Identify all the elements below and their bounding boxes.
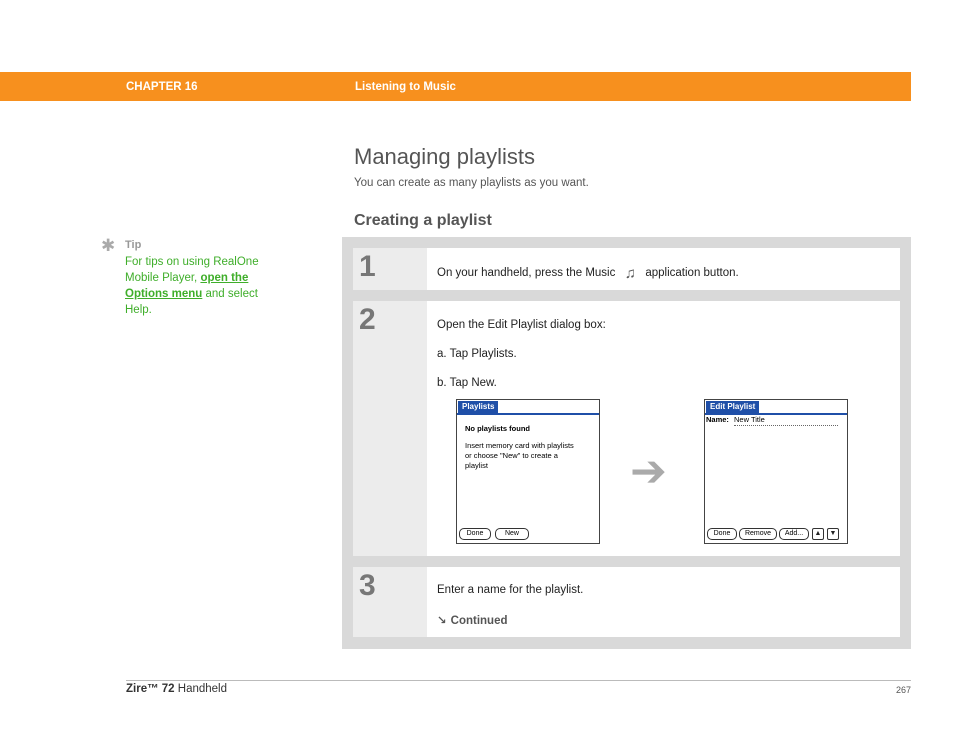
step-number: 3 [359,569,376,602]
remove-button[interactable]: Remove [739,528,777,540]
step-3-text: Enter a name for the playlist. [437,584,584,596]
tip-text: For tips on using RealOne Mobile Player,… [125,254,285,318]
name-label: Name: [706,415,729,424]
screen-title: Playlists [458,401,499,413]
screen-heading: No playlists found [465,424,531,433]
footer-divider [126,680,911,681]
chapter-header-bar: CHAPTER 16 Listening to Music [0,72,911,101]
step-number-cell: 1 [353,248,427,290]
step-2-sub-a: a. Tap Playlists. [437,348,517,360]
step-1-text-before: On your handheld, press the Music [437,267,616,279]
screen-title-bar: Playlists [457,400,599,415]
done-button[interactable]: Done [459,528,491,540]
edit-playlist-screen: Edit Playlist Name: New Title Done Remov… [704,399,848,544]
step-number: 1 [359,250,376,283]
step-1: 1 On your handheld, press the Music ♫ appl… [353,248,900,290]
name-field[interactable]: New Title [734,415,838,426]
step-1-text-after: application button. [645,267,739,279]
footer-product: Zire™ 72 Handheld [126,683,227,695]
tip-star-icon: ✱ [101,236,116,255]
step-3: 3 Enter a name for the playlist. ↘ Contin… [353,567,900,637]
continued-label: Continued [450,615,508,627]
music-note-icon: ♫ [624,265,636,282]
screen-body: Insert memory card with playlists or cho… [465,441,574,470]
add-button[interactable]: Add... [779,528,809,540]
page-subtitle: You can create as many playlists as you … [354,177,589,189]
footer-product-suffix: Handheld [174,683,228,695]
page-title: Managing playlists [354,144,535,169]
continued-marker: ↘ Continued [437,613,508,627]
chapter-number: CHAPTER 16 [126,81,198,93]
page-number: 267 [895,685,911,695]
new-button[interactable]: New [495,528,529,540]
right-arrow-icon: ➔ [630,447,667,496]
continued-arrow-icon: ↘ [437,615,447,627]
screen-title-bar: Edit Playlist [705,400,847,415]
tip-label: Tip [125,239,142,251]
step-number-cell: 3 [353,567,427,637]
screen-title: Edit Playlist [706,401,760,413]
done-button[interactable]: Done [707,528,737,540]
scroll-down-icon[interactable]: ▼ [827,528,839,540]
step-2-intro: Open the Edit Playlist dialog box: [437,319,606,331]
playlists-screen: Playlists No playlists found Insert memo… [456,399,600,544]
step-number-cell: 2 [353,301,427,556]
scroll-up-icon[interactable]: ▲ [812,528,824,540]
chapter-title: Listening to Music [355,81,456,93]
section-title: Creating a playlist [354,212,492,229]
step-number: 2 [359,303,376,336]
step-1-text: On your handheld, press the Music ♫ applic… [437,265,739,282]
step-2-sub-b: b. Tap New. [437,377,497,389]
footer-product-name: Zire™ 72 [126,683,175,695]
